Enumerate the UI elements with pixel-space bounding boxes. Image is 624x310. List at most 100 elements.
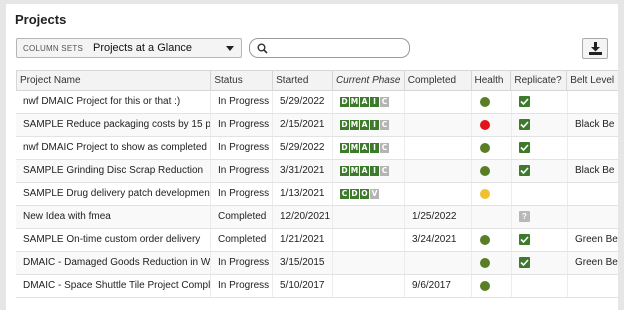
belt-level-cell xyxy=(568,275,618,297)
health-green-dot-icon xyxy=(480,235,490,245)
status-cell: In Progress xyxy=(211,114,273,136)
status-cell: Completed xyxy=(211,206,273,228)
project-name-cell: DMAIC - Space Shuttle Tile Project Compl… xyxy=(16,275,211,297)
completed-cell: 9/6/2017 xyxy=(405,275,472,297)
replicate-cell xyxy=(512,229,568,251)
replicate-cell xyxy=(512,183,568,205)
completed-cell xyxy=(405,137,472,159)
started-cell: 5/29/2022 xyxy=(273,91,333,113)
column-header-current-phase-label: Current Phase xyxy=(335,75,401,86)
completed-cell: 3/24/2021 xyxy=(405,229,472,251)
page-title: Projects xyxy=(15,12,67,27)
health-green-dot-icon xyxy=(480,143,490,153)
current-phase-cell: DMAIC xyxy=(333,114,405,136)
table-row[interactable]: New Idea with fmea Completed 12/20/2021 1/2… xyxy=(16,206,618,229)
table-row[interactable]: SAMPLE Grinding Disc Scrap Reduction In P… xyxy=(16,160,618,183)
current-phase-cell: DMAIC xyxy=(333,160,405,182)
column-header-status[interactable]: Status xyxy=(211,71,274,90)
replicate-cell xyxy=(512,114,568,136)
phase-step-badge: A xyxy=(360,97,369,107)
phase-step-badge: C xyxy=(380,166,389,176)
started-cell: 2/15/2021 xyxy=(273,114,333,136)
project-name-cell: SAMPLE On-time custom order delivery xyxy=(16,229,211,251)
replicate-cell: ? xyxy=(512,206,568,228)
table-body: nwf DMAIC Project for this or that :) In … xyxy=(16,91,618,298)
replicate-cell xyxy=(512,160,568,182)
completed-cell xyxy=(405,183,472,205)
search-input[interactable] xyxy=(249,38,410,58)
belt-level-cell: Green Be xyxy=(568,229,618,251)
status-cell: In Progress xyxy=(211,275,273,297)
checkmark-icon xyxy=(519,234,530,245)
started-cell: 3/15/2015 xyxy=(273,252,333,274)
belt-level-cell xyxy=(568,183,618,205)
status-cell: In Progress xyxy=(211,137,273,159)
status-cell: In Progress xyxy=(211,252,273,274)
phase-step-badge: A xyxy=(360,166,369,176)
completed-cell xyxy=(405,160,472,182)
column-header-current-phase[interactable]: Current Phase xyxy=(333,71,405,90)
column-header-started[interactable]: Started xyxy=(273,71,333,90)
phase-step-badge: I xyxy=(370,143,379,153)
download-icon xyxy=(589,42,602,55)
started-cell: 5/29/2022 xyxy=(273,137,333,159)
completed-cell: 1/25/2022 xyxy=(405,206,472,228)
phase-step-badge: D xyxy=(340,120,349,130)
table-row[interactable]: nwf DMAIC Project to show as completed In… xyxy=(16,137,618,160)
phase-step-badge: V xyxy=(370,189,379,199)
started-cell: 1/21/2021 xyxy=(273,229,333,251)
started-cell: 12/20/2021 xyxy=(273,206,333,228)
phase-step-badge: M xyxy=(350,120,359,130)
started-cell: 5/10/2017 xyxy=(273,275,333,297)
belt-level-cell: Black Be xyxy=(568,114,618,136)
phase-step-badge: I xyxy=(370,120,379,130)
health-green-dot-icon xyxy=(480,258,490,268)
table-row[interactable]: DMAIC - Damaged Goods Reduction in Wareh… xyxy=(16,252,618,275)
phase-step-badge: C xyxy=(340,189,349,199)
health-cell xyxy=(472,229,512,251)
column-set-value: Projects at a Glance xyxy=(93,42,193,54)
health-cell xyxy=(472,160,512,182)
column-sets-label: COLUMN SETS xyxy=(23,43,83,53)
health-cell xyxy=(472,275,512,297)
download-button[interactable] xyxy=(582,38,608,59)
status-cell: In Progress xyxy=(211,91,273,113)
phase-step-badge: D xyxy=(340,97,349,107)
completed-cell xyxy=(405,91,472,113)
table-header: Project Name Status Started Current Phas… xyxy=(16,70,618,91)
table-row[interactable]: SAMPLE On-time custom order delivery Comp… xyxy=(16,229,618,252)
column-header-replicate[interactable]: Replicate? xyxy=(511,71,568,90)
checkmark-icon xyxy=(519,257,530,268)
project-name-cell: SAMPLE Reduce packaging costs by 15 perc… xyxy=(16,114,211,136)
belt-level-cell xyxy=(568,137,618,159)
status-cell: Completed xyxy=(211,229,273,251)
health-green-dot-icon xyxy=(480,281,490,291)
column-sets-dropdown[interactable]: COLUMN SETS Projects at a Glance xyxy=(16,38,242,58)
checkmark-icon xyxy=(519,119,530,130)
table-row[interactable]: DMAIC - Space Shuttle Tile Project Compl… xyxy=(16,275,618,298)
phase-step-badge: D xyxy=(340,166,349,176)
column-header-project-name[interactable]: Project Name xyxy=(17,71,212,90)
project-name-cell: New Idea with fmea xyxy=(16,206,211,228)
column-header-belt-level[interactable]: Belt Level xyxy=(567,71,618,90)
replicate-cell xyxy=(512,91,568,113)
current-phase-cell: DMAIC xyxy=(333,137,405,159)
project-name-cell: SAMPLE Drug delivery patch development xyxy=(16,183,211,205)
column-header-completed[interactable]: Completed xyxy=(405,71,472,90)
phase-step-badge: M xyxy=(350,97,359,107)
current-phase-cell xyxy=(333,275,405,297)
checkmark-icon xyxy=(519,96,530,107)
health-cell xyxy=(472,252,512,274)
health-green-dot-icon xyxy=(480,97,490,107)
checkmark-icon xyxy=(519,165,530,176)
table-row[interactable]: SAMPLE Drug delivery patch development In… xyxy=(16,183,618,206)
health-cell xyxy=(472,114,512,136)
column-header-health[interactable]: Health xyxy=(472,71,512,90)
phase-step-badge: M xyxy=(350,143,359,153)
table-row[interactable]: nwf DMAIC Project for this or that :) In … xyxy=(16,91,618,114)
health-yellow-dot-icon xyxy=(480,189,490,199)
replicate-cell xyxy=(512,137,568,159)
table-row[interactable]: SAMPLE Reduce packaging costs by 15 perc… xyxy=(16,114,618,137)
search-icon xyxy=(257,43,268,54)
checkmark-icon xyxy=(519,142,530,153)
